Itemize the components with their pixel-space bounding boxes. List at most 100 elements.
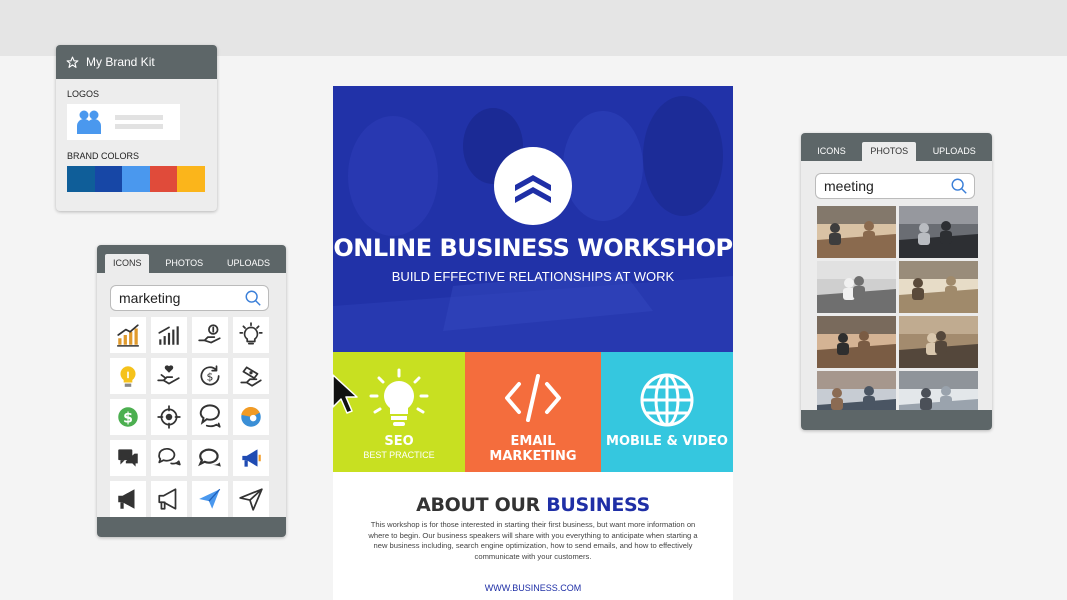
icons-panel-tab-photos[interactable]: PHOTOS — [157, 254, 211, 273]
icon-result-tile[interactable] — [110, 440, 146, 476]
flyer-canvas[interactable]: ONLINE BUSINESS WORKSHOP BUILD EFFECTIVE… — [333, 86, 733, 600]
brand-color-swatch[interactable] — [122, 166, 150, 192]
brand-color-swatch[interactable] — [67, 166, 95, 192]
megaphone-icon — [118, 489, 135, 509]
about-heading[interactable]: ABOUT OUR BUSINESS — [333, 494, 733, 516]
flyer-title[interactable]: ONLINE BUSINESS WORKSHOP — [333, 234, 733, 262]
chat-bubbles-dots-icon — [198, 448, 221, 467]
photo-image — [899, 206, 978, 258]
flyer-hero[interactable]: ONLINE BUSINESS WORKSHOP BUILD EFFECTIVE… — [333, 86, 733, 352]
tile-seo-sub: BEST PRACTICE — [363, 450, 435, 460]
flyer-logo[interactable] — [494, 147, 572, 225]
meeting-photo-thumbnail[interactable] — [899, 371, 978, 410]
icons-panel: ICONS PHOTOS UPLOADS marketing $ $ — [97, 245, 286, 537]
meeting-photo-thumbnail[interactable] — [817, 316, 896, 368]
website-link[interactable]: WWW.BUSINESS.COM — [333, 583, 733, 593]
icon-result-tile[interactable] — [151, 399, 187, 435]
icon-search-input[interactable]: marketing — [110, 285, 269, 311]
chevrons-up-icon — [515, 175, 551, 203]
people-logo-icon — [77, 110, 101, 134]
photo-search-input[interactable]: meeting — [815, 173, 975, 199]
hand-money-icon — [240, 366, 262, 387]
hand-heart-icon — [157, 365, 180, 385]
about-heading-main: ABOUT OUR — [416, 494, 540, 516]
photos-panel-tabs: ICONS PHOTOS UPLOADS — [801, 133, 992, 161]
tile-email-marketing[interactable]: EMAIL MARKETING — [465, 352, 601, 472]
tile-mobile-video[interactable]: MOBILE & VIDEO — [601, 352, 733, 472]
meeting-photo-thumbnail[interactable] — [899, 316, 978, 368]
logo-placeholder[interactable] — [67, 104, 180, 140]
lightbulb-color-icon — [120, 366, 136, 387]
tile-email-label: EMAIL MARKETING — [489, 434, 577, 464]
photos-panel-tab-icons[interactable]: ICONS — [809, 142, 854, 161]
search-icon[interactable] — [244, 289, 262, 307]
photos-panel: ICONS PHOTOS UPLOADS meeting — [801, 133, 992, 430]
photos-panel-tab-photos[interactable]: PHOTOS — [862, 142, 917, 161]
photo-image — [817, 261, 896, 313]
icon-result-tile[interactable] — [151, 481, 187, 517]
icon-result-tile[interactable] — [192, 317, 228, 353]
icon-result-tile[interactable]: $ — [192, 358, 228, 394]
icon-result-tile[interactable] — [110, 317, 146, 353]
meeting-photo-thumbnail[interactable] — [817, 261, 896, 313]
star-icon — [66, 56, 79, 68]
meeting-photo-thumbnail[interactable] — [899, 206, 978, 258]
code-icon — [505, 374, 561, 422]
icon-result-tile[interactable] — [233, 440, 269, 476]
icon-result-tile[interactable] — [192, 399, 228, 435]
flyer-subtitle[interactable]: BUILD EFFECTIVE RELATIONSHIPS AT WORK — [333, 269, 733, 284]
icon-result-tile[interactable]: $ — [110, 399, 146, 435]
mouse-cursor-icon — [332, 374, 358, 414]
target-icon — [157, 405, 181, 429]
brand-color-swatch[interactable] — [177, 166, 205, 192]
logos-label: LOGOS — [67, 89, 100, 99]
icons-panel-footer — [97, 517, 286, 537]
icon-result-tile[interactable] — [151, 358, 187, 394]
svg-text:$: $ — [207, 370, 214, 383]
icons-panel-tab-uploads[interactable]: UPLOADS — [219, 254, 278, 273]
brand-kit-title: My Brand Kit — [86, 55, 155, 69]
icon-result-tile[interactable] — [233, 317, 269, 353]
search-icon[interactable] — [950, 177, 968, 195]
photo-image — [899, 371, 978, 410]
paper-plane-icon — [239, 488, 263, 511]
photo-image — [899, 316, 978, 368]
icons-panel-tabs: ICONS PHOTOS UPLOADS — [97, 245, 286, 273]
icon-result-tile[interactable] — [233, 358, 269, 394]
photo-image — [817, 206, 896, 258]
photo-image — [817, 371, 896, 410]
brand-colors-label: BRAND COLORS — [67, 151, 140, 161]
icon-result-tile[interactable] — [110, 358, 146, 394]
meeting-photo-thumbnail[interactable] — [817, 371, 896, 410]
brand-kit-panel: My Brand Kit LOGOS BRAND COLORS — [56, 45, 217, 211]
globe-icon — [640, 373, 694, 427]
svg-text:$: $ — [123, 410, 133, 426]
chat-bubbles-outline-icon — [158, 448, 181, 466]
meeting-photo-thumbnail[interactable] — [899, 261, 978, 313]
brand-kit-header[interactable]: My Brand Kit — [56, 45, 217, 79]
meeting-photo-thumbnail[interactable] — [817, 206, 896, 258]
bar-chart-icon — [158, 326, 179, 345]
icon-result-tile[interactable] — [151, 317, 187, 353]
megaphone-outline-icon — [158, 488, 177, 510]
icon-result-tile[interactable] — [192, 440, 228, 476]
icon-search-value: marketing — [119, 290, 181, 306]
money-hand-icon — [198, 324, 221, 344]
lightbulb-icon — [369, 368, 429, 426]
brand-color-swatch[interactable] — [94, 166, 123, 192]
icon-result-tile[interactable] — [151, 440, 187, 476]
dollar-refresh-icon: $ — [200, 365, 220, 386]
icons-panel-tab-icons[interactable]: ICONS — [104, 254, 150, 273]
speaker-avatar-icon — [241, 406, 261, 427]
icon-result-tile[interactable] — [233, 399, 269, 435]
about-body-text[interactable]: This workshop is for those interested in… — [363, 520, 703, 562]
growth-chart-icon — [117, 324, 139, 347]
photos-panel-tab-uploads[interactable]: UPLOADS — [925, 142, 984, 161]
paper-plane-color-icon — [199, 488, 221, 509]
brand-color-swatch[interactable] — [149, 166, 178, 192]
photo-image — [899, 261, 978, 313]
icon-result-tile[interactable] — [192, 481, 228, 517]
brand-color-swatches — [67, 166, 217, 192]
icon-result-tile[interactable] — [110, 481, 146, 517]
icon-result-tile[interactable] — [233, 481, 269, 517]
